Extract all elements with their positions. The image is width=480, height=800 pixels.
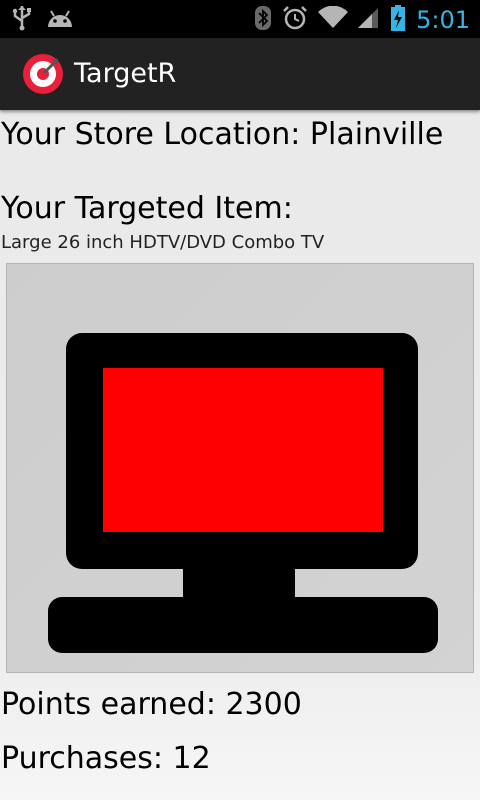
purchases-count: Purchases: 12 xyxy=(1,741,211,776)
item-image[interactable] xyxy=(6,263,474,673)
signal-icon xyxy=(358,6,380,34)
wifi-icon xyxy=(318,5,349,34)
item-name: Large 26 inch HDTV/DVD Combo TV xyxy=(1,232,325,253)
targetr-app-icon[interactable] xyxy=(22,53,64,95)
store-location: Your Store Location: Plainville xyxy=(1,117,444,152)
targeted-item-label: Your Targeted Item: xyxy=(1,191,293,226)
system-icons: 5:01 xyxy=(254,4,470,36)
points-earned: Points earned: 2300 xyxy=(1,687,302,722)
battery-icon xyxy=(390,4,406,36)
action-bar: TargetR xyxy=(0,38,480,110)
usb-icon xyxy=(12,5,32,35)
alarm-icon xyxy=(282,5,308,35)
notification-icons xyxy=(12,5,74,35)
bluetooth-icon xyxy=(254,5,272,35)
screen: 5:01 TargetR Your Store Location: Plainv… xyxy=(0,0,480,800)
app-title: TargetR xyxy=(74,58,177,89)
tv-icon xyxy=(7,264,473,672)
android-debug-icon xyxy=(46,7,74,33)
status-clock: 5:01 xyxy=(416,6,470,34)
status-bar: 5:01 xyxy=(0,0,480,38)
